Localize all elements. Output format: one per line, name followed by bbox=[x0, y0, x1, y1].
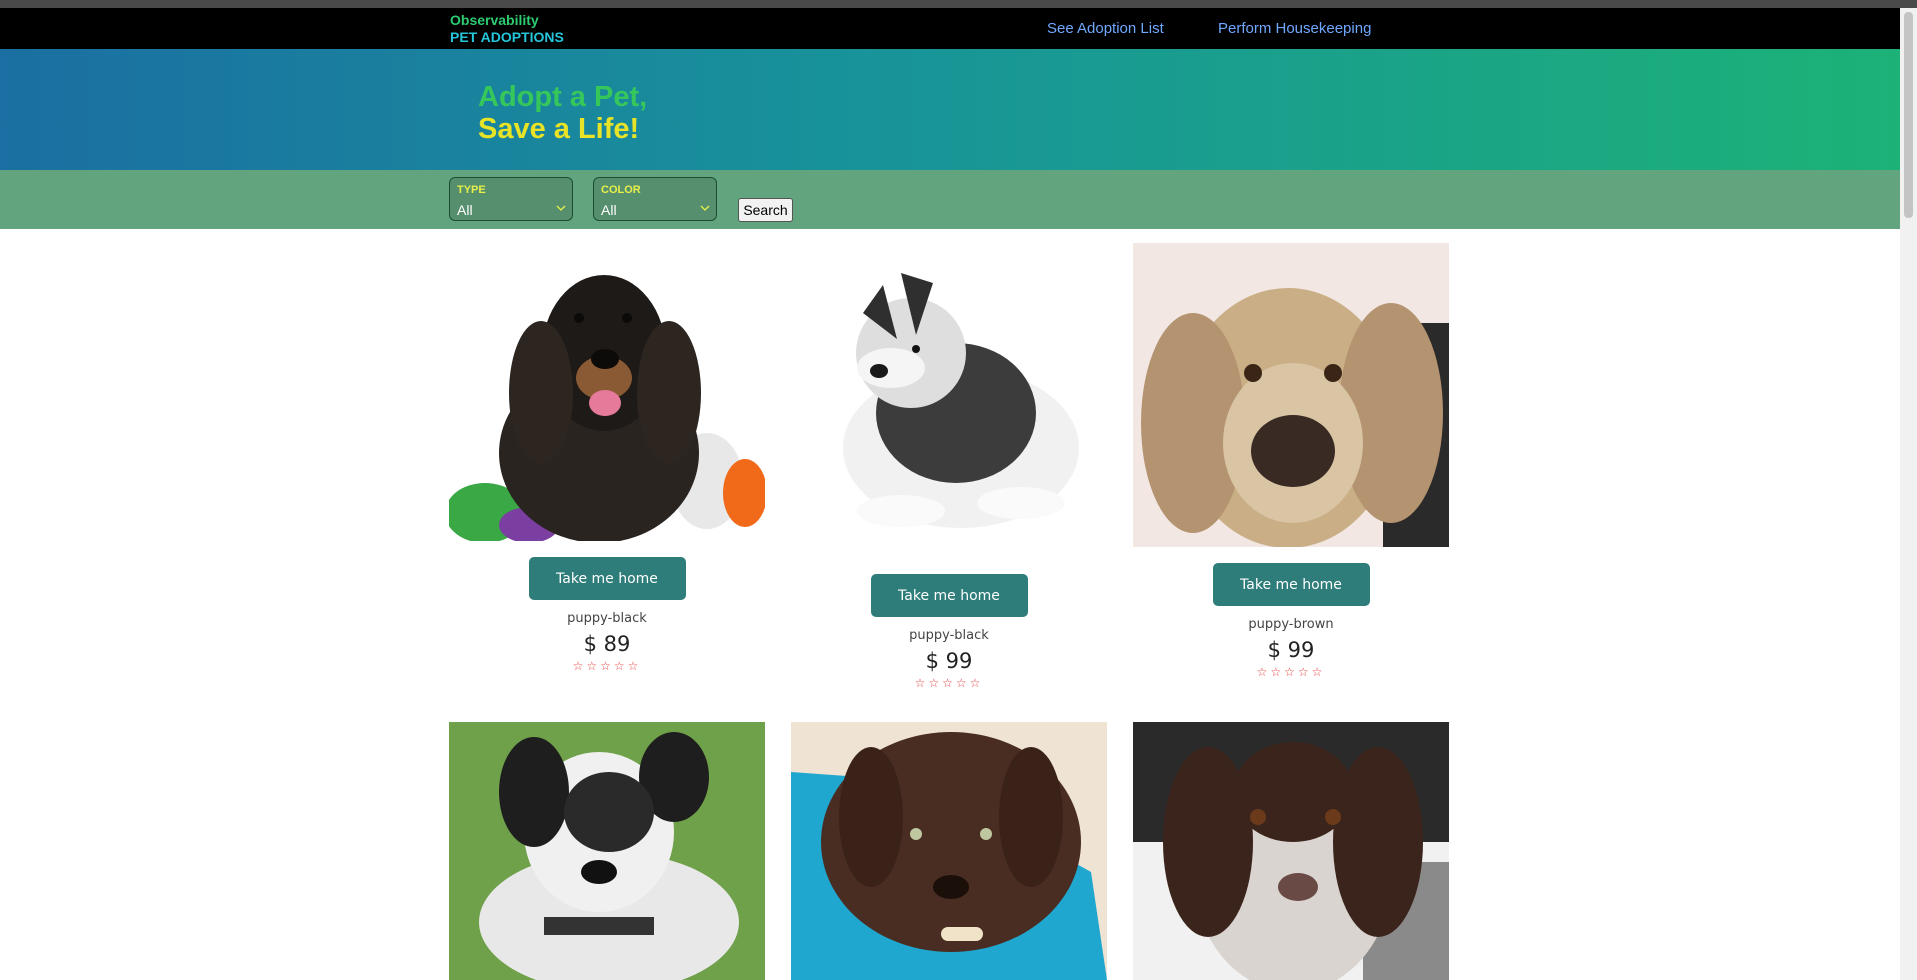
color-value: All bbox=[601, 202, 617, 218]
pet-photo-husky-puppy bbox=[791, 243, 1107, 558]
take-me-home-button[interactable]: Take me home bbox=[1212, 563, 1370, 606]
color-label: COLOR bbox=[601, 184, 641, 196]
take-me-home-button[interactable]: Take me home bbox=[528, 557, 686, 600]
hero-title: Adopt a Pet, Save a Life! bbox=[478, 81, 647, 145]
brand-subtitle: PET ADOPTIONS bbox=[450, 29, 564, 45]
pet-price: $ 89 bbox=[583, 632, 631, 656]
chevron-down-icon bbox=[700, 205, 710, 211]
pet-type-name: puppy-brown bbox=[1248, 617, 1334, 632]
nav-see-adoption-list[interactable]: See Adoption List bbox=[1047, 20, 1164, 37]
pet-price: $ 99 bbox=[925, 649, 973, 673]
take-me-home-button[interactable]: Take me home bbox=[870, 574, 1028, 617]
pet-photo-dog-black-white bbox=[449, 722, 765, 980]
hero-line-2: Save a Life! bbox=[478, 113, 640, 145]
pet-photo-spaniel-liver bbox=[1133, 722, 1449, 980]
rating-stars[interactable]: ☆☆☆☆☆ bbox=[791, 676, 1107, 690]
rating-stars[interactable]: ☆☆☆☆☆ bbox=[449, 659, 765, 673]
pet-type-name: puppy-black bbox=[909, 628, 989, 643]
brand-logo[interactable]: Observability PET ADOPTIONS bbox=[450, 12, 564, 46]
top-navbar: Observability PET ADOPTIONS See Adoption… bbox=[0, 8, 1900, 49]
brand-title: Observability bbox=[450, 12, 539, 28]
vertical-scrollbar[interactable] bbox=[1900, 8, 1917, 980]
chevron-down-icon bbox=[556, 205, 566, 211]
rating-stars[interactable]: ☆☆☆☆☆ bbox=[1133, 665, 1449, 679]
pet-card: Take me home puppy-black $ 89 ☆☆☆☆☆ bbox=[449, 243, 765, 673]
pet-card bbox=[791, 722, 1107, 980]
type-label: TYPE bbox=[457, 184, 486, 196]
nav-perform-housekeeping[interactable]: Perform Housekeeping bbox=[1218, 20, 1371, 37]
type-select[interactable]: TYPE All bbox=[449, 177, 573, 221]
hero-banner: Adopt a Pet, Save a Life! bbox=[0, 49, 1900, 170]
pet-photo-spaniel-golden bbox=[1133, 243, 1449, 547]
type-value: All bbox=[457, 202, 473, 218]
pet-type-name: puppy-black bbox=[567, 611, 647, 626]
pet-card: Take me home puppy-brown $ 99 ☆☆☆☆☆ bbox=[1133, 243, 1449, 679]
search-button[interactable]: Search bbox=[738, 198, 793, 222]
browser-top-strip bbox=[0, 0, 1917, 8]
pet-photo-chocolate-lab bbox=[791, 722, 1107, 980]
pet-photo-dog-black-tan bbox=[449, 243, 765, 541]
pet-card bbox=[449, 722, 765, 980]
filter-bar: TYPE All COLOR All Search bbox=[0, 170, 1900, 229]
hero-line-1: Adopt a Pet, bbox=[478, 81, 648, 113]
pet-card bbox=[1133, 722, 1449, 980]
scrollbar-thumb[interactable] bbox=[1904, 12, 1913, 218]
pet-card: Take me home puppy-black $ 99 ☆☆☆☆☆ bbox=[791, 243, 1107, 690]
color-select[interactable]: COLOR All bbox=[593, 177, 717, 221]
pet-price: $ 99 bbox=[1267, 638, 1315, 662]
